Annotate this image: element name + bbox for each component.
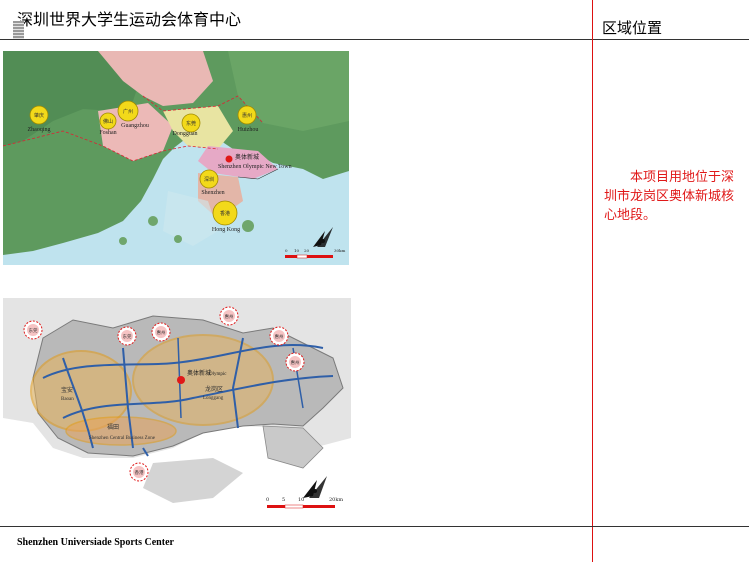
city-cn-label: 香港 bbox=[220, 210, 230, 217]
city-cn-label: 佛山 bbox=[103, 118, 113, 125]
zone-en-label: Baoan bbox=[61, 397, 74, 402]
header-divider bbox=[0, 39, 749, 40]
scale-tick: 5 bbox=[282, 497, 285, 503]
city-location-map: 宝安 Baoan 龙岗区 Longgang 福田 Shenzhen Centra… bbox=[3, 298, 351, 516]
scale-tick: 20km bbox=[329, 497, 343, 503]
svg-text:香港: 香港 bbox=[135, 469, 144, 476]
regional-location-map: 肇庆 Zhaoqing 佛山 Foshan 广州 Guangzhou 东莞 Do… bbox=[3, 51, 349, 265]
footer-text: Shenzhen Universiade Sports Center bbox=[17, 537, 174, 548]
logo-mark bbox=[13, 21, 24, 39]
zone-label-longgang: 龙岗区 bbox=[205, 385, 223, 393]
zone-en-label: Shenzhen Central Business Zone bbox=[89, 436, 156, 441]
section-title: 区域位置 bbox=[602, 19, 663, 37]
city-en-label: Zhaoqing bbox=[28, 127, 51, 133]
city-cn-label: 深圳 bbox=[204, 176, 214, 183]
neighbor-marker: 惠州 bbox=[285, 352, 305, 372]
city-cn-label: 惠州 bbox=[242, 112, 252, 119]
neighbor-marker: 惠州 bbox=[219, 306, 239, 326]
site-en-label: Shenzhen Olympic New Town bbox=[218, 164, 292, 170]
svg-text:惠州: 惠州 bbox=[291, 359, 300, 366]
neighbor-marker: 惠州 bbox=[269, 326, 289, 346]
scale-tick: 30km bbox=[334, 248, 346, 253]
city-en-label: Hong Kong bbox=[212, 227, 240, 233]
column-divider bbox=[592, 0, 593, 562]
neighbor-marker: 东莞 bbox=[117, 326, 137, 346]
city-cn-label: 广州 bbox=[123, 108, 133, 115]
footer-divider bbox=[0, 526, 749, 527]
svg-text:东莞: 东莞 bbox=[29, 327, 38, 334]
svg-text:惠州: 惠州 bbox=[157, 329, 166, 336]
city-cn-label: 肇庆 bbox=[34, 112, 44, 119]
city-en-label: Guangzhou bbox=[121, 123, 149, 129]
location-description: 本项目用地位于深圳市龙岗区奥体新城核心地段。 bbox=[604, 170, 735, 223]
neighbor-marker: 东莞 bbox=[23, 320, 43, 340]
zone-label-futian: 福田 bbox=[107, 423, 119, 431]
city-en-label: Dongguan bbox=[173, 131, 198, 137]
scale-tick: 0 bbox=[266, 497, 269, 503]
page-title: 深圳世界大学生运动会体育中心 bbox=[17, 10, 242, 29]
zone-label-baoan: 宝安 bbox=[61, 386, 73, 394]
site-cn-label: 奥体新城 bbox=[187, 369, 211, 377]
city-en-label: Foshan bbox=[99, 130, 116, 136]
city-cn-label: 东莞 bbox=[186, 120, 196, 127]
neighbor-marker: 香港 bbox=[129, 462, 149, 482]
scale-tick: 10 bbox=[298, 497, 304, 503]
svg-text:惠州: 惠州 bbox=[225, 313, 234, 320]
site-cn-label: 奥体新城 bbox=[235, 153, 259, 161]
scale-tick: 10 bbox=[294, 248, 300, 253]
neighbor-marker: 惠州 bbox=[151, 322, 171, 342]
svg-text:惠州: 惠州 bbox=[275, 333, 284, 340]
site-en-label: Olympic bbox=[209, 372, 227, 377]
city-en-label: Shenzhen bbox=[201, 190, 224, 196]
scale-tick: 20 bbox=[304, 248, 310, 253]
zone-en-label: Longgang bbox=[203, 396, 224, 401]
svg-text:东莞: 东莞 bbox=[123, 333, 132, 340]
city-en-label: Huizhou bbox=[238, 127, 259, 133]
city-marker-foshan: 佛山 Foshan bbox=[99, 112, 117, 136]
